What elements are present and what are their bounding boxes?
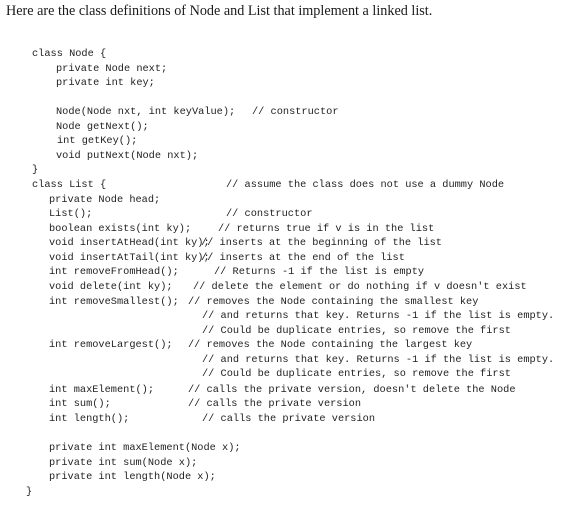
code-listing: class Node { private Node next; private … [0, 0, 570, 518]
list-private-method: private int length(Node x); [49, 471, 216, 483]
list-member-code: int removeLargest(); [49, 339, 173, 351]
node-constructor-comment: // constructor [252, 106, 339, 118]
list-member-comment: // delete the element or do nothing if v… [193, 281, 527, 293]
list-member-code: boolean exists(int ky); [49, 223, 192, 235]
node-class-close: } [32, 164, 39, 176]
node-field-key: private int key; [56, 77, 155, 89]
node-class-header: class Node { [32, 48, 107, 60]
node-field-next: private Node next; [56, 63, 168, 75]
list-member-code: void delete(int ky); [49, 281, 173, 293]
node-method-getnext: Node getNext(); [56, 121, 149, 133]
list-member-comment: // inserts at the beginning of the list [201, 237, 442, 249]
node-constructor: Node(Node nxt, int keyValue); [56, 106, 236, 118]
list-member-code: int length(); [49, 413, 130, 425]
list-member-code: int sum(); [49, 398, 111, 410]
list-member-comment: // Could be duplicate entries, so remove… [202, 325, 511, 337]
list-member-comment: // constructor [226, 208, 313, 220]
list-member-comment: // and returns that key. Returns -1 if t… [202, 354, 555, 366]
list-private-method: private int sum(Node x); [49, 457, 198, 469]
list-class-comment: // assume the class does not use a dummy… [226, 179, 505, 191]
list-member-comment: // Could be duplicate entries, so remove… [202, 368, 511, 380]
list-member-code: int maxElement(); [49, 384, 155, 396]
list-member-code: int removeFromHead(); [49, 266, 179, 278]
list-member-comment: // returns true if v is in the list [218, 223, 435, 235]
list-member-comment: // inserts at the end of the list [201, 252, 405, 264]
list-member-comment: // calls the private version, doesn't de… [188, 384, 516, 396]
node-method-putnext: void putNext(Node nxt); [56, 150, 199, 162]
list-member-code: int removeSmallest(); [49, 296, 179, 308]
list-member-code: List(); [49, 208, 93, 220]
list-class-header: class List { [32, 179, 107, 191]
list-class-close: } [26, 486, 33, 498]
list-member-code: void insertAtTail(int ky); [49, 252, 210, 264]
list-private-method: private int maxElement(Node x); [49, 442, 241, 454]
list-member-comment: // removes the Node containing the large… [188, 339, 473, 351]
list-member-code: void insertAtHead(int ky); [49, 237, 210, 249]
node-method-getkey: int getKey(); [57, 135, 138, 147]
list-member-comment: // calls the private version [188, 398, 362, 410]
list-member-comment: // removes the Node containing the small… [188, 296, 479, 308]
list-member-comment: // calls the private version [202, 413, 376, 425]
list-member-code: private Node head; [49, 194, 161, 206]
list-member-comment: // and returns that key. Returns -1 if t… [202, 310, 555, 322]
list-member-comment: // Returns -1 if the list is empty [214, 266, 425, 278]
